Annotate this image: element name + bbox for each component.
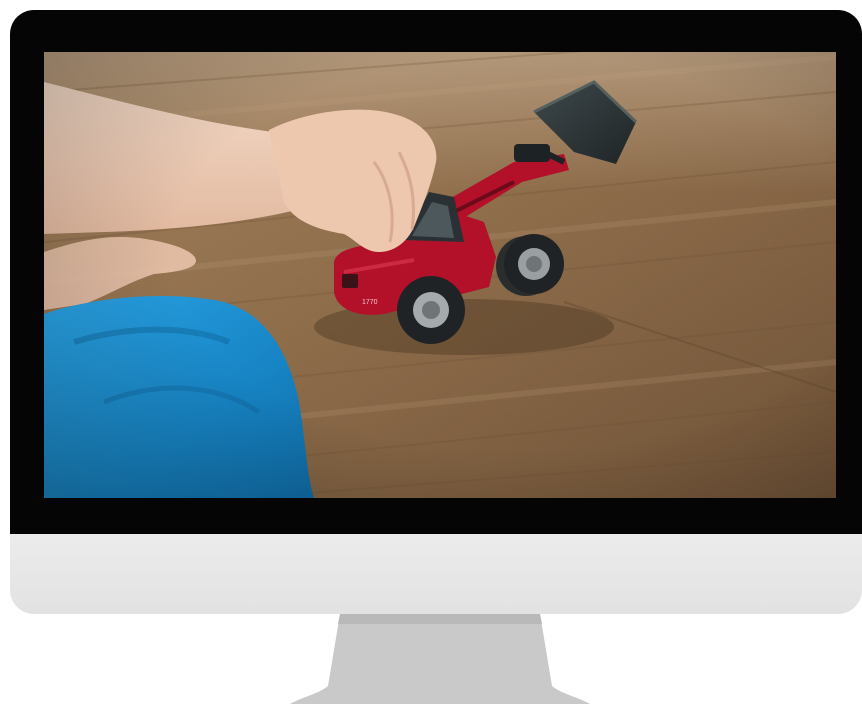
monitor-screen: 1770	[44, 52, 836, 498]
monitor-stand	[290, 614, 590, 704]
monitor-bezel: 1770	[10, 10, 862, 534]
desktop-monitor: 1770	[10, 10, 862, 614]
monitor-chin	[10, 534, 862, 614]
monitor-scene: 1770	[0, 0, 862, 704]
screen-photo: 1770	[44, 52, 836, 498]
